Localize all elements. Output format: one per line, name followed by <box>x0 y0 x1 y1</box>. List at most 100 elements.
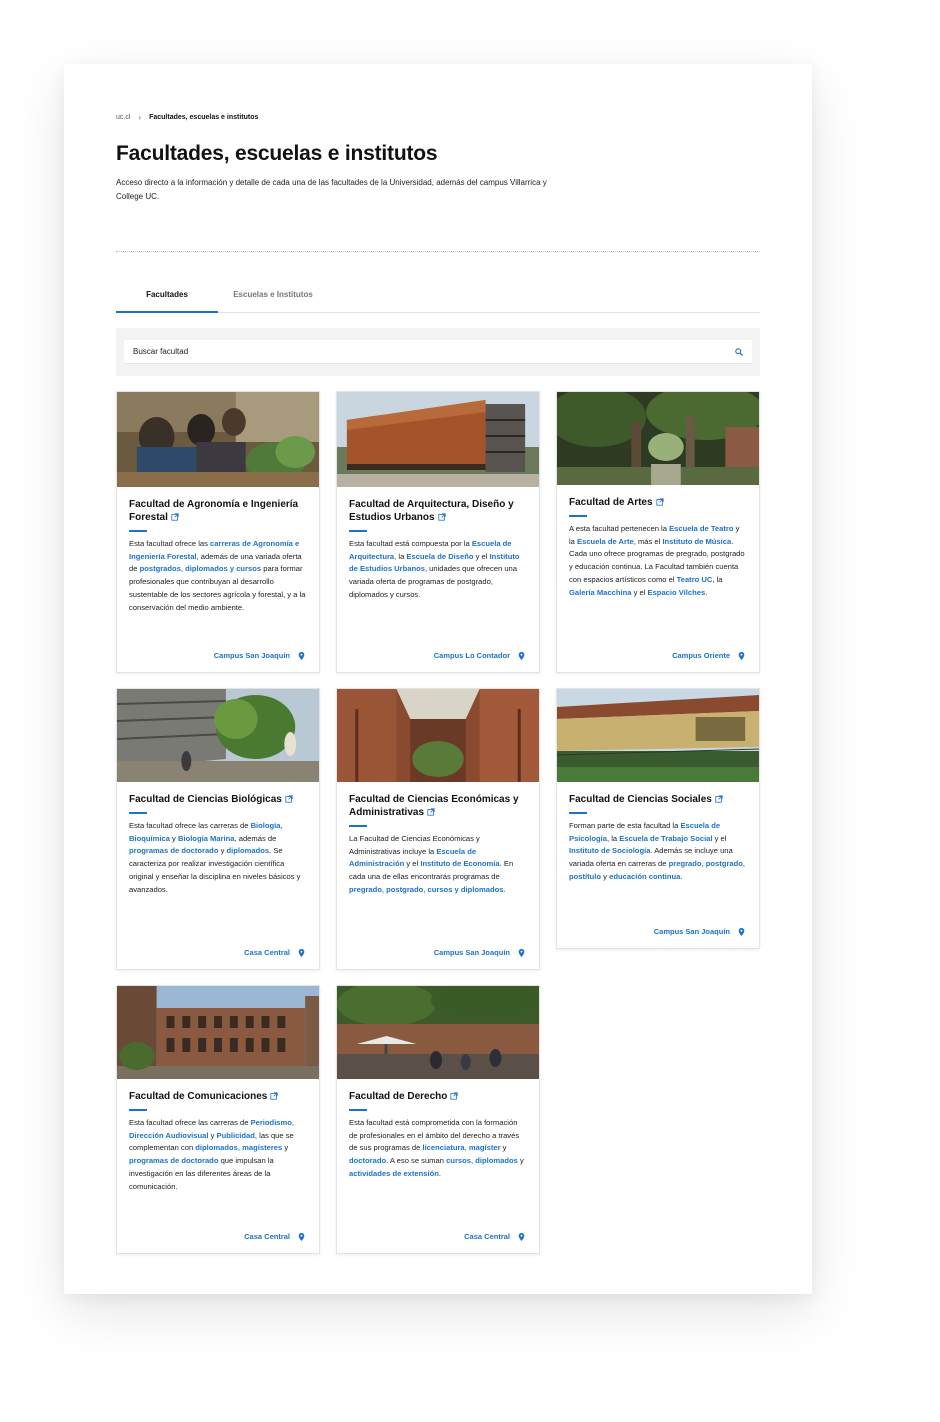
desc-text: Forman parte de esta facultad la <box>569 821 681 830</box>
desc-text: y <box>208 1130 217 1140</box>
desc-text: Esta facultad ofrece las carreras de <box>129 821 251 830</box>
desc-text: . <box>680 871 683 881</box>
desc-text: y el <box>712 833 727 843</box>
map-pin-icon <box>298 651 305 660</box>
inline-link[interactable]: doctorado <box>349 1156 386 1165</box>
desc-text: y <box>500 1143 507 1153</box>
inline-link[interactable]: Escuela de Trabajo Social <box>619 834 712 843</box>
faculty-card[interactable]: Facultad de Ciencias Biológicas Esta fac… <box>116 688 320 970</box>
inline-link[interactable]: Bioquímica <box>129 834 170 843</box>
faculty-card[interactable]: Facultad de Arquitectura, Diseño y Estud… <box>336 391 540 673</box>
faculty-card[interactable]: Facultad de Ciencias Económicas y Admini… <box>336 688 540 970</box>
card-title[interactable]: Facultad de Artes <box>569 496 747 509</box>
desc-text: y el <box>404 859 421 869</box>
card-description: Esta facultad ofrece las carreras de Agr… <box>129 538 307 614</box>
card-title[interactable]: Facultad de Comunicaciones <box>129 1090 307 1103</box>
inline-link[interactable]: Publicidad <box>217 1131 255 1140</box>
inline-link[interactable]: Escuela de Arte <box>577 537 634 546</box>
title-accent-bar <box>349 1109 367 1111</box>
inline-link[interactable]: postítulo <box>569 872 601 881</box>
external-link-icon <box>285 795 293 803</box>
campus-link[interactable]: Casa Central <box>244 1232 305 1241</box>
desc-text: y <box>169 833 178 843</box>
external-link-icon <box>270 1092 278 1100</box>
search-input[interactable] <box>133 347 735 356</box>
card-description: Esta facultad está compuesta por la Escu… <box>349 538 527 602</box>
title-accent-bar <box>349 825 367 827</box>
card-title[interactable]: Facultad de Arquitectura, Diseño y Estud… <box>349 498 527 524</box>
external-link-icon <box>427 808 435 816</box>
breadcrumb-home-link[interactable]: uc.cl <box>116 114 130 121</box>
external-link-icon <box>715 795 723 803</box>
inline-link[interactable]: Espacio Vilches <box>648 588 706 597</box>
card-title[interactable]: Facultad de Ciencias Biológicas <box>129 793 307 806</box>
card-title[interactable]: Facultad de Derecho <box>349 1090 527 1103</box>
desc-text: . <box>503 884 506 894</box>
desc-text: , <box>280 821 283 830</box>
faculty-card[interactable]: Facultad de Comunicaciones Esta facultad… <box>116 985 320 1254</box>
desc-text: Esta facultad está compuesta por la <box>349 539 472 548</box>
faculty-card[interactable]: Facultad de Artes A esta facultad perten… <box>556 391 760 673</box>
page-title: Facultades, escuelas e institutos <box>116 142 438 165</box>
inline-link[interactable]: Periodismo <box>251 1118 292 1127</box>
faculty-card[interactable]: Facultad de Derecho Esta facultad está c… <box>336 985 540 1254</box>
inline-link[interactable]: Biología Marina <box>178 834 235 843</box>
desc-text: . <box>705 587 708 597</box>
card-title[interactable]: Facultad de Agronomía e Ingeniería Fores… <box>129 498 307 524</box>
search-icon[interactable] <box>735 347 743 356</box>
tab-facultades[interactable]: Facultades <box>116 288 218 313</box>
inline-link[interactable]: Dirección Audiovisual <box>129 1131 208 1140</box>
inline-link[interactable]: Escuela de Diseño <box>406 552 473 561</box>
campus-link[interactable]: Campus San Joaquín <box>214 651 305 660</box>
inline-link[interactable]: postgrado <box>706 859 743 868</box>
campus-link[interactable]: Campus San Joaquín <box>654 927 745 936</box>
inline-link[interactable]: cursos y diplomados <box>428 885 504 894</box>
inline-link[interactable]: programas de doctorado <box>129 1156 218 1165</box>
card-title[interactable]: Facultad de Ciencias Económicas y Admini… <box>349 793 527 819</box>
inline-link[interactable]: diplomados <box>226 846 269 855</box>
desc-text: y <box>601 871 610 881</box>
campus-link[interactable]: Casa Central <box>464 1232 525 1241</box>
inline-link[interactable]: Biología <box>251 821 281 830</box>
inline-link[interactable]: programas de doctorado <box>129 846 218 855</box>
card-description: Esta facultad está comprometida con la f… <box>349 1117 527 1181</box>
inline-link[interactable]: pregrado <box>349 885 382 894</box>
inline-link[interactable]: postgrados <box>140 564 181 573</box>
inline-link[interactable]: pregrado <box>669 859 702 868</box>
tab-bar: Facultades Escuelas e Institutos <box>116 288 760 313</box>
inline-link[interactable]: Galería Macchina <box>569 588 631 597</box>
faculty-card[interactable]: Facultad de Agronomía e Ingeniería Fores… <box>116 391 320 673</box>
external-link-icon <box>171 513 179 521</box>
inline-link[interactable]: Instituto de Música <box>662 537 731 546</box>
tab-escuelas-institutos[interactable]: Escuelas e Institutos <box>218 288 328 312</box>
inline-link[interactable]: magísteres <box>242 1143 282 1152</box>
inline-link[interactable]: Teatro UC <box>677 575 713 584</box>
external-link-icon <box>437 513 446 521</box>
inline-link[interactable]: Instituto de Sociología <box>569 846 650 855</box>
campus-link[interactable]: Campus Oriente <box>672 651 745 660</box>
campus-link[interactable]: Casa Central <box>244 948 305 957</box>
inline-link[interactable]: magíster <box>469 1143 501 1152</box>
inline-link[interactable]: Escuela de Teatro <box>669 524 733 533</box>
inline-link[interactable]: postgrado <box>386 885 423 894</box>
breadcrumb-current: Facultades, escuelas e institutos <box>149 113 259 121</box>
card-title[interactable]: Facultad de Ciencias Sociales <box>569 793 747 806</box>
inline-link[interactable]: educación continua <box>609 872 680 881</box>
section-divider <box>116 251 760 252</box>
inline-link[interactable]: cursos <box>446 1156 471 1165</box>
faculty-card[interactable]: Facultad de Ciencias Sociales Forman par… <box>556 688 760 949</box>
inline-link[interactable]: licenciatura <box>422 1143 464 1152</box>
inline-link[interactable]: actividades de extensión <box>349 1169 439 1178</box>
map-pin-icon <box>298 948 305 957</box>
desc-text: , la <box>606 833 620 843</box>
inline-link[interactable]: Instituto de Economía <box>420 859 499 868</box>
desc-text: , <box>742 859 746 869</box>
inline-link[interactable]: diplomados <box>195 1143 238 1152</box>
card-image <box>117 986 319 1079</box>
inline-link[interactable]: diplomados y cursos <box>185 564 261 573</box>
campus-link[interactable]: Campus San Joaquín <box>434 948 525 957</box>
map-pin-icon <box>518 948 525 957</box>
map-pin-icon <box>518 651 525 660</box>
inline-link[interactable]: diplomados <box>475 1156 518 1165</box>
campus-link[interactable]: Campus Lo Contador <box>434 651 525 660</box>
